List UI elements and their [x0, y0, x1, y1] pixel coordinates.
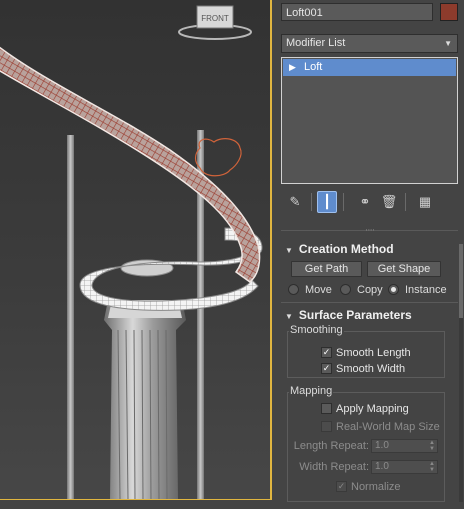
- real-world-map-size-checkbox[interactable]: Real-World Map Size: [321, 420, 440, 434]
- apply-mapping-checkbox[interactable]: Apply Mapping: [321, 402, 409, 416]
- remove-modifier-icon[interactable]: 🗑: [379, 191, 399, 213]
- rollout-surface-parameters[interactable]: ▼ Surface Parameters: [281, 307, 412, 323]
- smoothing-label: Smoothing: [289, 324, 344, 336]
- newel-post: [104, 300, 186, 500]
- rollout-title: Surface Parameters: [298, 308, 412, 322]
- width-repeat-spinner[interactable]: 1.0 ▲ ▼: [371, 460, 438, 474]
- spinner-arrows-icon[interactable]: ▲ ▼: [429, 440, 435, 452]
- checkbox-indicator: [321, 402, 332, 414]
- rollout-title: Creation Method: [298, 242, 394, 256]
- stack-item-loft[interactable]: ▶ Loft: [283, 59, 456, 76]
- checkbox-indicator: ✓: [321, 362, 332, 374]
- stack-toolbar: ✎ ┃ ⚭ 🗑 ▦: [281, 191, 458, 215]
- stack-item-label: Loft: [304, 61, 323, 73]
- chevron-down-icon: ▼: [444, 39, 452, 48]
- make-unique-icon[interactable]: ⚭: [355, 191, 375, 213]
- collapse-triangle-icon: ▼: [285, 312, 293, 321]
- get-shape-button[interactable]: Get Shape: [367, 261, 441, 277]
- scene-render: FRONT: [0, 5, 263, 500]
- smooth-length-checkbox[interactable]: ✓ Smooth Length: [321, 346, 411, 360]
- handrail: [0, 46, 261, 283]
- modifier-list-dropdown[interactable]: Modifier List ▼: [281, 34, 458, 53]
- radio-copy[interactable]: Copy: [340, 283, 383, 297]
- rollout-separator: [281, 302, 458, 303]
- object-name-field[interactable]: Loft001: [281, 3, 433, 21]
- checkbox-indicator: ✓: [336, 480, 347, 492]
- toolbar-separator: [311, 193, 312, 211]
- baluster-left: [67, 135, 74, 500]
- length-repeat-spinner[interactable]: 1.0 ▲ ▼: [371, 439, 438, 453]
- viewcube-label: FRONT: [201, 14, 229, 23]
- checkbox-indicator: ✓: [321, 346, 332, 358]
- mapping-label: Mapping: [289, 385, 334, 397]
- toolbar-separator: [343, 193, 344, 211]
- radio-instance[interactable]: Instance: [388, 283, 447, 297]
- checkbox-indicator: [321, 420, 332, 432]
- show-end-result-icon[interactable]: ┃: [317, 191, 337, 213]
- length-repeat-label: Length Repeat:: [293, 440, 369, 452]
- radio-indicator: [388, 283, 399, 295]
- modifier-stack[interactable]: ▶ Loft: [281, 57, 458, 184]
- pin-stack-icon[interactable]: ✎: [285, 191, 305, 213]
- command-panel: Loft001 Modifier List ▼ ▶ Loft ✎ ┃ ⚭ 🗑 ▦…: [279, 0, 464, 509]
- radio-move[interactable]: Move: [288, 283, 332, 297]
- get-path-button[interactable]: Get Path: [291, 261, 362, 277]
- spinner-arrows-icon[interactable]: ▲ ▼: [429, 461, 435, 473]
- radio-indicator: [288, 283, 299, 295]
- toolbar-separator: [405, 193, 406, 211]
- width-repeat-label: Width Repeat:: [299, 461, 369, 473]
- radio-indicator: [340, 283, 351, 295]
- smooth-width-checkbox[interactable]: ✓ Smooth Width: [321, 362, 405, 376]
- configure-modifier-sets-icon[interactable]: ▦: [415, 191, 435, 213]
- object-color-swatch[interactable]: [440, 3, 458, 21]
- collapse-triangle-icon: ▼: [285, 246, 293, 255]
- normalize-checkbox[interactable]: ✓ Normalize: [336, 480, 401, 494]
- rollout-creation-method[interactable]: ▼ Creation Method: [281, 241, 394, 257]
- panel-scrollbar-thumb[interactable]: [459, 244, 463, 318]
- perspective-viewport[interactable]: FRONT: [0, 0, 272, 500]
- resize-grip-icon[interactable]: ∙∙∙∙: [363, 226, 377, 234]
- modifier-list-label: Modifier List: [286, 37, 346, 49]
- expand-triangle-icon[interactable]: ▶: [289, 59, 296, 76]
